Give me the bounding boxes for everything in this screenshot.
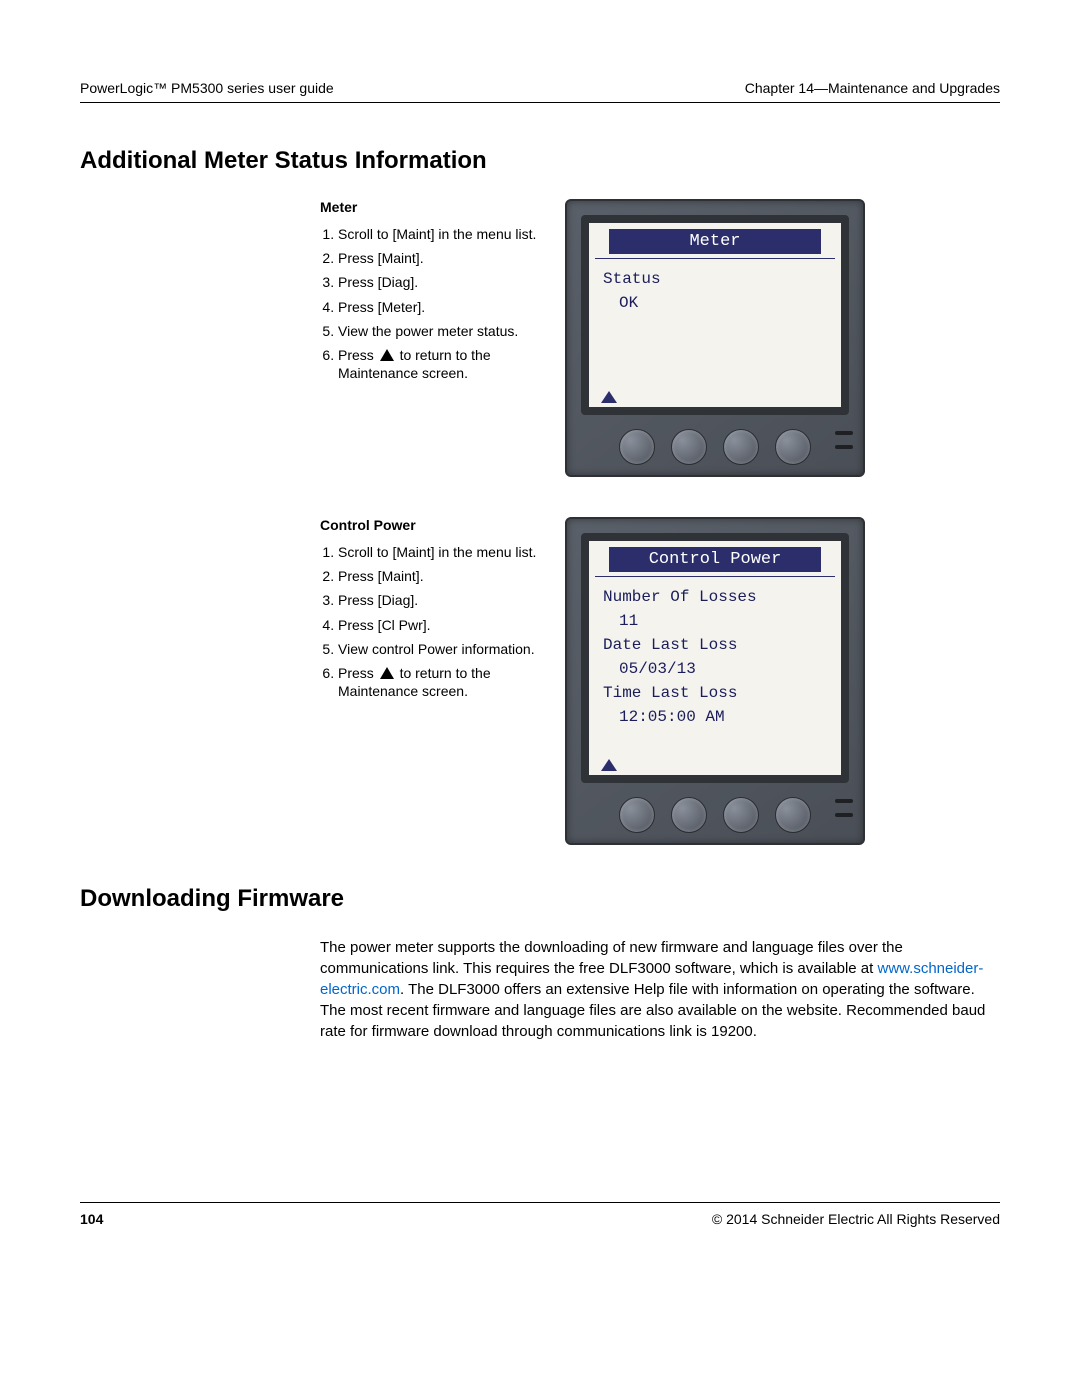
firmware-paragraph: The power meter supports the downloading…	[320, 937, 1000, 1042]
screen-line: OK	[603, 291, 827, 315]
list-item: Press [Diag].	[338, 273, 545, 291]
list-item: Scroll to [Maint] in the menu list.	[338, 543, 545, 561]
control-power-device: Control Power Number Of Losses 11 Date L…	[565, 517, 865, 845]
list-item: Press [Cl Pwr].	[338, 616, 545, 634]
hardware-button[interactable]	[671, 797, 707, 833]
slot-icon	[835, 431, 853, 435]
up-arrow-icon	[380, 349, 394, 361]
meter-subhead: Meter	[320, 199, 545, 215]
meter-screen: Meter Status OK	[581, 215, 849, 415]
control-power-subhead: Control Power	[320, 517, 545, 533]
meter-steps: Scroll to [Maint] in the menu list. Pres…	[320, 225, 545, 382]
slot-icon	[835, 445, 853, 449]
header-left: PowerLogic™ PM5300 series user guide	[80, 80, 334, 96]
slot-icon	[835, 799, 853, 803]
hardware-button[interactable]	[671, 429, 707, 465]
meter-device: Meter Status OK	[565, 199, 865, 477]
copyright: © 2014 Schneider Electric All Rights Res…	[712, 1211, 1000, 1227]
screen-line: Number Of Losses	[603, 585, 827, 609]
screen-value: 11	[603, 609, 827, 633]
hardware-button[interactable]	[775, 429, 811, 465]
hardware-button[interactable]	[619, 797, 655, 833]
list-item: Press to return to the Maintenance scree…	[338, 346, 545, 382]
screen-line: Time Last Loss	[603, 681, 827, 705]
up-arrow-icon	[380, 667, 394, 679]
list-item: Scroll to [Maint] in the menu list.	[338, 225, 545, 243]
page-header: PowerLogic™ PM5300 series user guide Cha…	[80, 80, 1000, 103]
slot-icon	[835, 813, 853, 817]
back-arrow-icon[interactable]	[601, 391, 617, 403]
section-title-firmware: Downloading Firmware	[80, 885, 1000, 913]
screen-line: Status	[603, 267, 827, 291]
screen-title: Control Power	[609, 547, 821, 572]
list-item: Press [Maint].	[338, 249, 545, 267]
section-title-meter-status: Additional Meter Status Information	[80, 147, 1000, 175]
hardware-button[interactable]	[723, 429, 759, 465]
page-footer: 104 © 2014 Schneider Electric All Rights…	[80, 1202, 1000, 1227]
screen-title: Meter	[609, 229, 821, 254]
back-arrow-icon[interactable]	[601, 759, 617, 771]
meter-block: Meter Scroll to [Maint] in the menu list…	[80, 199, 1000, 477]
hardware-button[interactable]	[723, 797, 759, 833]
control-power-screen: Control Power Number Of Losses 11 Date L…	[581, 533, 849, 783]
control-power-steps: Scroll to [Maint] in the menu list. Pres…	[320, 543, 545, 700]
hardware-button[interactable]	[619, 429, 655, 465]
list-item: Press [Meter].	[338, 298, 545, 316]
screen-value: 12:05:00 AM	[603, 705, 827, 729]
hardware-button[interactable]	[775, 797, 811, 833]
screen-value: 05/03/13	[603, 657, 827, 681]
page-number: 104	[80, 1211, 103, 1227]
list-item: Press [Diag].	[338, 591, 545, 609]
screen-line: Date Last Loss	[603, 633, 827, 657]
list-item: View the power meter status.	[338, 322, 545, 340]
header-right: Chapter 14—Maintenance and Upgrades	[745, 80, 1000, 96]
list-item: Press [Maint].	[338, 567, 545, 585]
list-item: Press to return to the Maintenance scree…	[338, 664, 545, 700]
control-power-block: Control Power Scroll to [Maint] in the m…	[80, 517, 1000, 845]
list-item: View control Power information.	[338, 640, 545, 658]
